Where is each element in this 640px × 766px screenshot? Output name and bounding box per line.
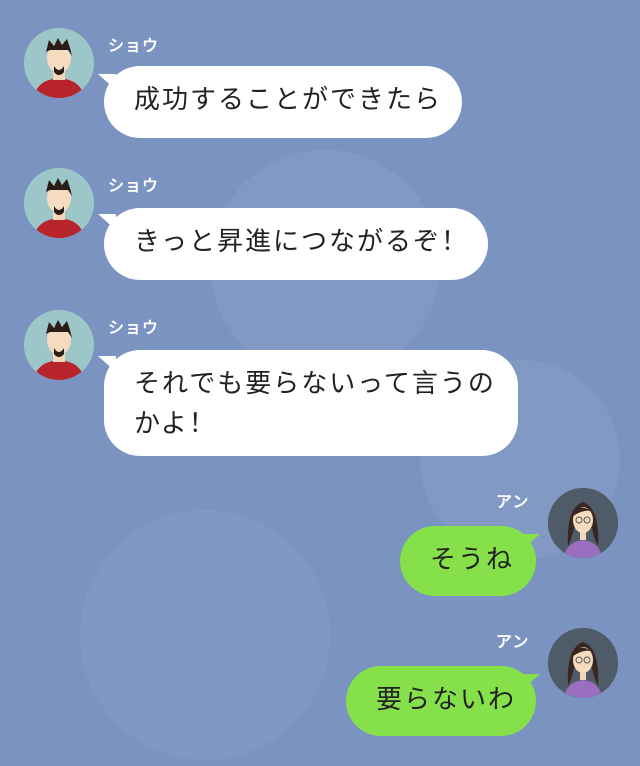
- sender-name: アン: [496, 492, 530, 511]
- man-avatar-icon[interactable]: [24, 28, 94, 98]
- message-bubble[interactable]: それでも要らないって言うの かよ！: [104, 350, 518, 456]
- message-bubble[interactable]: 成功することができたら: [104, 66, 462, 138]
- message-bubble[interactable]: きっと昇進につながるぞ！: [104, 208, 488, 280]
- message-bubble[interactable]: 要らないわ: [346, 666, 536, 736]
- man-avatar-icon[interactable]: [24, 168, 94, 238]
- sender-name: ショウ: [108, 176, 160, 195]
- message-text: 成功することができたら: [134, 85, 443, 115]
- sender-name: アン: [496, 632, 530, 651]
- message-text: そうね: [430, 545, 515, 575]
- message-text: 要らないわ: [376, 685, 517, 715]
- background-blur-circle: [80, 510, 330, 760]
- message-text: きっと昇進につながるぞ！: [134, 227, 469, 257]
- woman-avatar-icon[interactable]: [548, 488, 618, 558]
- sender-name: ショウ: [108, 318, 160, 337]
- sender-name: ショウ: [108, 36, 160, 55]
- woman-avatar-icon[interactable]: [548, 628, 618, 698]
- message-bubble[interactable]: そうね: [400, 526, 536, 596]
- message-text-line: かよ！: [134, 409, 217, 439]
- man-avatar-icon[interactable]: [24, 310, 94, 380]
- message-text-line: それでも要らないって言うの: [134, 369, 496, 399]
